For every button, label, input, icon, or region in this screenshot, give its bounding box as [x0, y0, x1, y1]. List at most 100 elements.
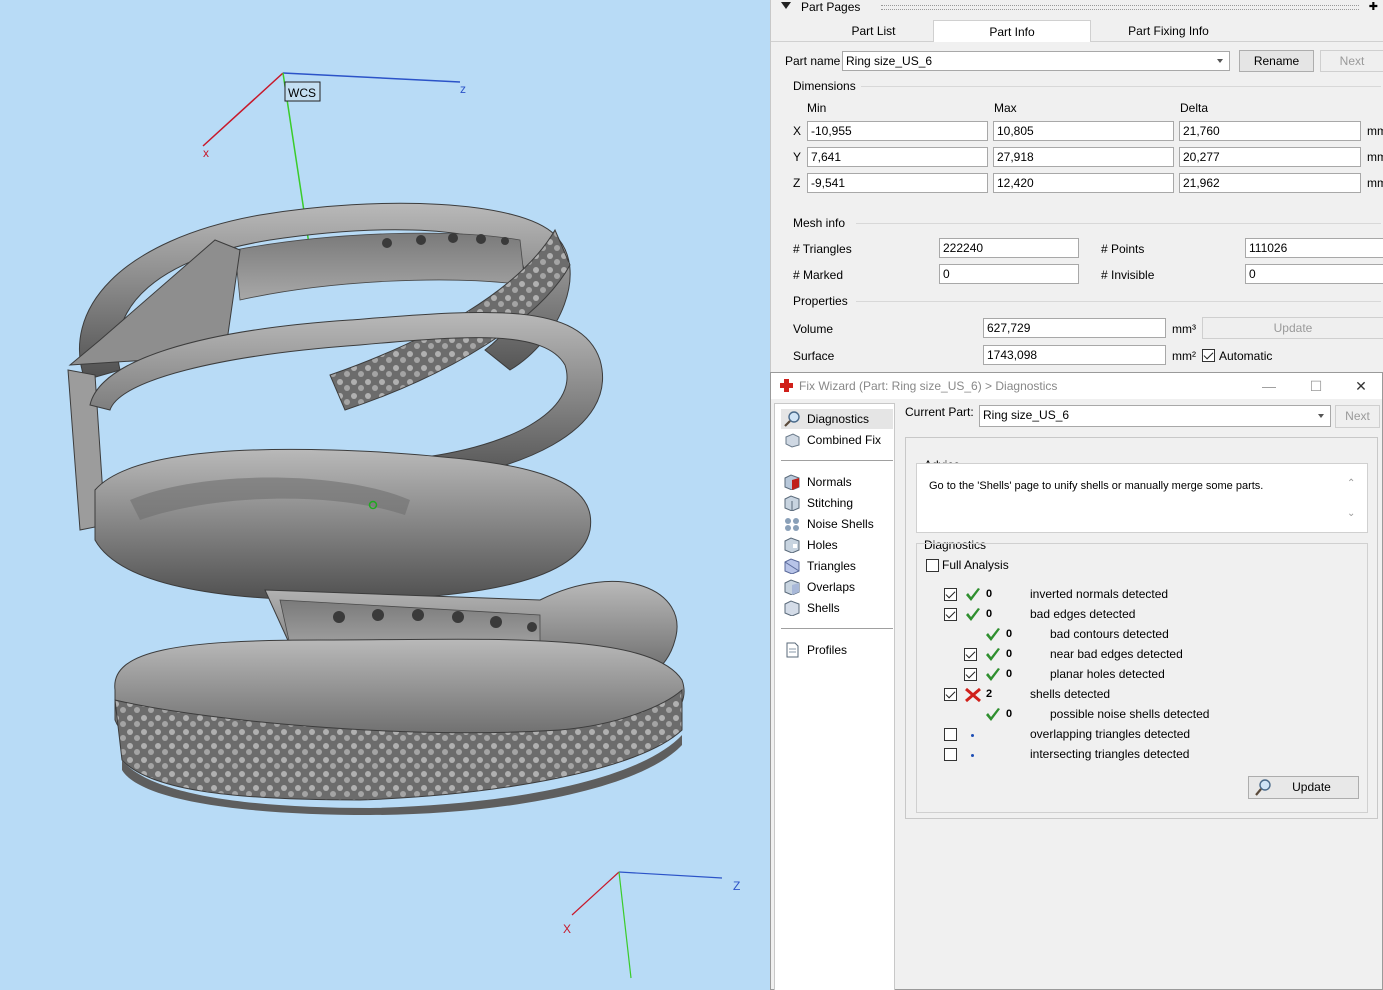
automatic-checkbox[interactable]	[1202, 349, 1215, 362]
diagnostic-text: possible noise shells detected	[1050, 707, 1210, 721]
advice-text: Go to the 'Shells' page to unify shells …	[929, 480, 1264, 492]
ring-model-render[interactable]: WCS x z X Z	[0, 0, 770, 990]
nav-separator	[781, 628, 893, 629]
diagnostic-text: intersecting triangles detected	[1030, 747, 1190, 761]
nav-item-noise-shells[interactable]: Noise Shells	[781, 514, 893, 534]
full-analysis-label: Full Analysis	[942, 558, 1009, 572]
nav-label: Overlaps	[807, 580, 856, 594]
volume-field[interactable]: 627,729	[983, 318, 1166, 338]
diagnostics-update-button[interactable]: Update	[1248, 776, 1359, 799]
scroll-down-icon[interactable]: ⌄	[1347, 508, 1355, 519]
collapse-triangle-icon[interactable]	[781, 2, 791, 9]
nav-item-profiles[interactable]: Profiles	[781, 640, 893, 660]
diagnostic-checkbox[interactable]	[944, 688, 957, 701]
diagnostic-text: bad contours detected	[1050, 627, 1169, 641]
nav-item-diagnostics[interactable]: Diagnostics	[781, 409, 893, 429]
wcs-label: WCS	[288, 86, 316, 100]
nav-label: Diagnostics	[807, 412, 870, 426]
part-name-label: Part name	[785, 54, 841, 68]
diagnostic-checkbox[interactable]	[964, 668, 977, 681]
triangles-field[interactable]: 222240	[939, 238, 1079, 258]
fix-wizard-window: Fix Wizard (Part: Ring size_US_6) > Diag…	[770, 372, 1383, 990]
nav-item-overlaps[interactable]: Overlaps	[781, 577, 893, 597]
update-properties-button[interactable]: Update	[1202, 317, 1383, 339]
surface-field[interactable]: 1743,098	[983, 345, 1166, 365]
nav-item-holes[interactable]: Holes	[781, 535, 893, 555]
maximize-icon[interactable]: ☐	[1301, 376, 1331, 396]
marked-label: # Marked	[793, 268, 844, 282]
part-name-combo[interactable]: Ring size_US_6	[842, 51, 1230, 71]
pending-dot-icon	[971, 734, 974, 737]
diagnostic-count: 0	[986, 588, 993, 600]
tab-part-fixing-info[interactable]: Part Fixing Info	[1091, 20, 1246, 42]
nav-label: Shells	[807, 601, 840, 615]
diagnostics-page: Advice Go to the 'Shells' page to unify …	[905, 437, 1378, 819]
wcs-axes-bottom: X Z	[563, 871, 740, 979]
scroll-up-icon[interactable]: ⌃	[1347, 478, 1355, 489]
nav-item-combined-fix[interactable]: Combined Fix	[781, 430, 893, 450]
nav-item-stitching[interactable]: Stitching	[781, 493, 893, 513]
fix-wizard-titlebar[interactable]: Fix Wizard (Part: Ring size_US_6) > Diag…	[771, 373, 1382, 399]
points-label: # Points	[1101, 242, 1145, 256]
pin-icon[interactable]: ✚	[1369, 0, 1378, 13]
invisible-field[interactable]: 0	[1245, 264, 1383, 284]
overlaps-cube-icon	[784, 579, 800, 595]
nav-item-shells[interactable]: Shells	[781, 598, 893, 618]
x-delta-field[interactable]: 21,760	[1179, 121, 1361, 141]
tab-part-list[interactable]: Part List	[811, 20, 936, 42]
z-min-field[interactable]: -9,541	[807, 173, 988, 193]
diagnostic-checkbox[interactable]	[944, 748, 957, 761]
divider	[856, 301, 1381, 302]
z-delta-field[interactable]: 21,962	[1179, 173, 1361, 193]
rename-button[interactable]: Rename	[1239, 50, 1314, 72]
diagnostic-text: near bad edges detected	[1050, 647, 1183, 661]
x-max-field[interactable]: 10,805	[993, 121, 1174, 141]
update-label: Update	[1292, 780, 1331, 794]
diagnostic-text: overlapping triangles detected	[1030, 727, 1191, 741]
green-check-icon	[986, 648, 1000, 661]
full-analysis-checkbox[interactable]	[926, 559, 939, 572]
diagnostic-checkbox[interactable]	[944, 608, 957, 621]
diagnostic-checkbox[interactable]	[944, 588, 957, 601]
col-max-header: Max	[994, 101, 1017, 115]
surface-unit: mm²	[1172, 349, 1196, 363]
x-min-field[interactable]: -10,955	[807, 121, 988, 141]
unit-label: mm	[1367, 124, 1383, 138]
points-field[interactable]: 111026	[1245, 238, 1383, 258]
nav-item-normals[interactable]: Normals	[781, 472, 893, 492]
diagnostic-count: 0	[1006, 708, 1013, 720]
diagnostic-text: planar holes detected	[1050, 667, 1165, 681]
chevron-down-icon[interactable]	[1318, 414, 1324, 418]
part-pages-title: Part Pages	[801, 0, 861, 14]
wizard-next-button[interactable]: Next	[1335, 405, 1380, 428]
chevron-down-icon[interactable]	[1217, 59, 1223, 63]
document-icon	[786, 642, 799, 658]
diagnostic-checkbox[interactable]	[964, 648, 977, 661]
minimize-icon[interactable]: —	[1254, 376, 1284, 396]
divider	[856, 223, 1381, 224]
nav-item-triangles[interactable]: Triangles	[781, 556, 893, 576]
ring-mesh	[67, 202, 685, 815]
y-delta-field[interactable]: 20,277	[1179, 147, 1361, 167]
diagnostic-count: 0	[1006, 628, 1013, 640]
dimensions-title: Dimensions	[793, 79, 856, 93]
invisible-label: # Invisible	[1101, 268, 1155, 282]
3d-viewport[interactable]: WCS x z X Z	[0, 0, 770, 990]
fix-wizard-title: Fix Wizard (Part: Ring size_US_6) > Diag…	[799, 379, 1058, 393]
green-check-icon	[986, 668, 1000, 681]
current-part-combo[interactable]: Ring size_US_6	[979, 405, 1331, 427]
y-max-field[interactable]: 27,918	[993, 147, 1174, 167]
close-icon[interactable]: ✕	[1346, 376, 1376, 396]
green-check-icon	[966, 608, 980, 621]
marked-field[interactable]: 0	[939, 264, 1079, 284]
y-min-field[interactable]: 7,641	[807, 147, 988, 167]
next-button[interactable]: Next	[1320, 50, 1383, 72]
part-pages-header[interactable]: Part Pages ✚	[771, 0, 1383, 15]
cube-icon	[785, 433, 800, 448]
diagnostic-checkbox[interactable]	[944, 728, 957, 741]
advice-box: Go to the 'Shells' page to unify shells …	[916, 463, 1368, 533]
z-max-field[interactable]: 12,420	[993, 173, 1174, 193]
tab-part-info[interactable]: Part Info	[933, 20, 1091, 42]
shells-cube-icon	[784, 600, 800, 616]
dim-row-axis: X	[793, 124, 802, 138]
